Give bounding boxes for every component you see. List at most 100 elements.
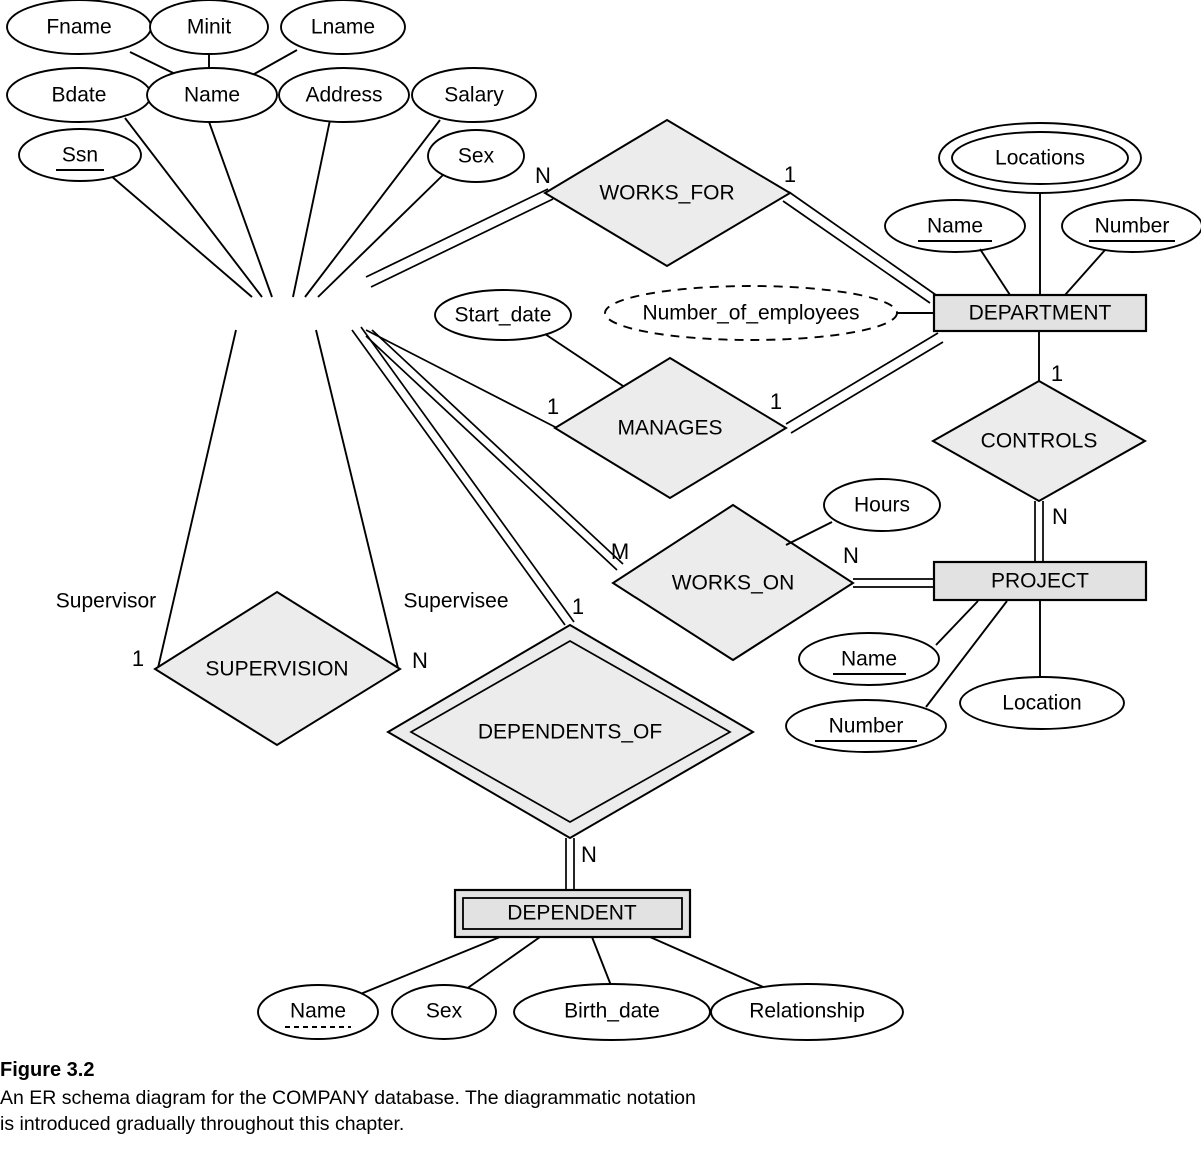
relationship-manages: MANAGES — [553, 356, 788, 500]
attr-employee-name: Name — [146, 67, 278, 123]
attr-dependent-sex: Sex — [391, 984, 497, 1040]
cardinality-works_on-employee: M — [611, 539, 629, 564]
attr-sex-label: Sex — [458, 145, 495, 168]
link-dependent-sex — [461, 936, 541, 993]
attr-lname: Lname — [280, 0, 406, 55]
attr-project-location-label: Location — [1002, 692, 1081, 715]
attr-bdate-label: Bdate — [52, 84, 107, 107]
attr-hours: Hours — [823, 478, 941, 532]
attr-fname: Fname — [6, 0, 152, 55]
attr-hours-label: Hours — [854, 494, 910, 517]
link-sex-employee — [317, 174, 444, 298]
attr-dependent-birth_date: Birth_date — [513, 983, 711, 1041]
link-employee-works_on — [365, 329, 624, 571]
relationship-works_for: WORKS_FOR — [543, 118, 792, 268]
cardinality-supervision-supervisee: N — [412, 648, 428, 673]
relationship-supervision: SUPERVISION — [153, 590, 402, 747]
cardinality-dependents_of-dependent: N — [581, 842, 597, 867]
link-hours-works_on — [785, 521, 833, 546]
attr-start_date: Start_date — [434, 289, 572, 341]
relationship-controls: CONTROLS — [930, 379, 1148, 503]
attr-dependent-name: Name — [257, 984, 379, 1040]
attr-employee-name-label: Name — [184, 84, 240, 107]
role-supervisor-label: Supervisor — [56, 590, 156, 613]
link-dependents_of-dependent — [565, 838, 575, 890]
figure-caption: Figure 3.2 An ER schema diagram for the … — [0, 1058, 1201, 1137]
link-bdate-employee — [124, 117, 263, 298]
attr-salary-label: Salary — [444, 84, 504, 107]
link-employee-supervisor — [157, 329, 237, 669]
relationship-works_on-label: WORKS_ON — [672, 572, 795, 595]
cardinality-works_on-project: N — [843, 543, 859, 568]
attr-dept-name: Name — [884, 199, 1026, 253]
er-diagram: Fname Minit Lname Bdate Name Address Sal… — [0, 0, 1201, 1055]
entity-project: PROJECT — [932, 560, 1148, 602]
relationship-works_for-label: WORKS_FOR — [599, 182, 734, 205]
attr-dept-locations: Locations — [938, 122, 1142, 194]
link-dept-name-department — [979, 248, 1011, 296]
attr-dept-locations-label: Locations — [995, 147, 1085, 170]
figure-caption-line1: An ER schema diagram for the COMPANY dat… — [0, 1087, 696, 1109]
link-controls-project — [1034, 501, 1044, 562]
entity-project-label: PROJECT — [991, 570, 1089, 593]
link-ssn-employee — [109, 174, 253, 298]
cardinality-works_for-employee: N — [535, 163, 551, 188]
attr-sex: Sex — [427, 129, 525, 183]
attr-dept-number: Number — [1061, 199, 1201, 253]
link-manages-department — [785, 332, 944, 434]
attr-address: Address — [278, 67, 410, 123]
figure-caption-line2: is introduced gradually throughout this … — [0, 1112, 405, 1135]
er-diagram-canvas: Fname Minit Lname Bdate Name Address Sal… — [6, 0, 1201, 1041]
attr-dependent-sex-label: Sex — [426, 1000, 463, 1023]
entity-dependent-label: DEPENDENT — [507, 902, 637, 925]
cardinality-controls-project: N — [1052, 504, 1068, 529]
attr-bdate: Bdate — [6, 67, 152, 123]
entity-department: DEPARTMENT — [932, 293, 1148, 333]
link-employee-supervisee — [315, 329, 399, 669]
attr-address-label: Address — [305, 84, 382, 107]
entity-department-label: DEPARTMENT — [969, 302, 1112, 325]
attr-dependent-relationship: Relationship — [710, 983, 904, 1041]
attr-project-name-label: Name — [841, 648, 897, 671]
attr-dependent-relationship-label: Relationship — [749, 1000, 865, 1023]
attr-number_of_employees-label: Number_of_employees — [642, 302, 859, 325]
attr-dependent-name-label: Name — [290, 1000, 346, 1023]
link-project-name-project — [935, 600, 979, 646]
link-dependent-relationship — [649, 936, 771, 991]
attr-project-location: Location — [959, 676, 1125, 730]
attr-project-name: Name — [798, 632, 940, 686]
attr-minit-label: Minit — [187, 16, 232, 39]
attr-lname-label: Lname — [311, 16, 375, 39]
cardinality-works_for-department: 1 — [784, 162, 796, 187]
figure-number: Figure 3.2 — [0, 1059, 95, 1081]
link-dependent-birth_date — [591, 936, 613, 989]
attr-start_date-label: Start_date — [455, 304, 552, 327]
relationship-supervision-label: SUPERVISION — [205, 658, 348, 681]
attr-dept-number-label: Number — [1095, 215, 1170, 238]
attr-ssn: Ssn — [18, 128, 142, 182]
attr-dept-name-label: Name — [927, 215, 983, 238]
cardinality-dependents_of-employee: 1 — [572, 594, 584, 619]
relationship-manages-label: MANAGES — [617, 417, 722, 440]
link-employee-works_for — [365, 188, 554, 288]
relationship-controls-label: CONTROLS — [981, 430, 1098, 453]
link-employee-dependents_of — [351, 326, 575, 626]
attr-salary: Salary — [411, 67, 537, 123]
attr-project-number-label: Number — [829, 715, 904, 738]
relationship-works_on: WORKS_ON — [611, 503, 855, 662]
entity-dependent: DEPENDENT — [453, 888, 692, 939]
cardinality-supervision-supervisor: 1 — [132, 646, 144, 671]
link-dept-number-department — [1064, 249, 1106, 296]
attr-fname-label: Fname — [46, 16, 111, 39]
attr-project-number: Number — [785, 699, 947, 753]
link-name-employee — [207, 118, 273, 298]
relationship-dependents_of: DEPENDENTS_OF — [386, 623, 755, 840]
cardinality-controls-department: 1 — [1051, 361, 1063, 386]
attr-number_of_employees: Number_of_employees — [604, 285, 898, 341]
role-supervisee-label: Supervisee — [403, 590, 508, 613]
attr-minit: Minit — [149, 0, 269, 55]
cardinality-manages-department: 1 — [770, 389, 782, 414]
attr-dependent-birth_date-label: Birth_date — [564, 1000, 660, 1023]
attr-ssn-label: Ssn — [62, 144, 98, 167]
relationship-dependents_of-label: DEPENDENTS_OF — [478, 721, 662, 744]
